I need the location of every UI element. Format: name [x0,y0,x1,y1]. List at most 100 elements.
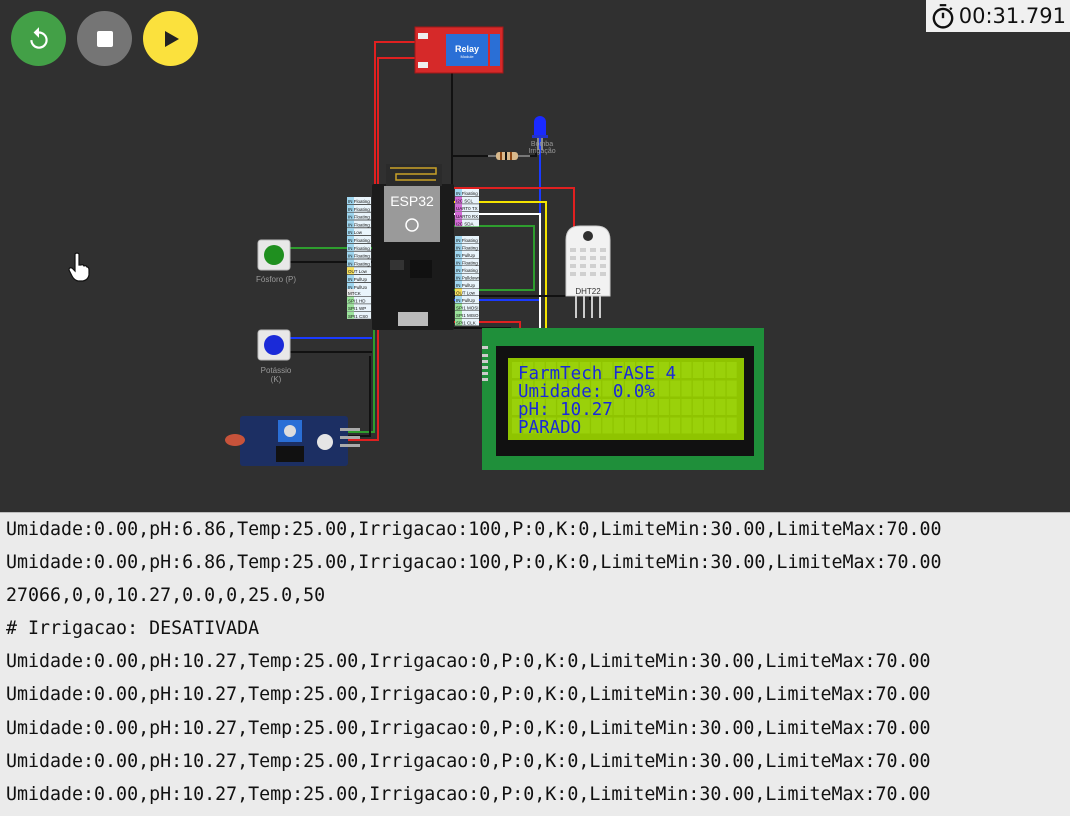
esp32-pin-label: IN Floating [347,220,371,228]
esp32-pin-label: MTCK [347,289,371,296]
wire-black-ldr [348,356,371,437]
esp32-pin-label: SPI1 MISO [455,311,479,318]
serial-output: Umidade:0.00,pH:6.86,Temp:25.00,Irrigaca… [0,513,1070,811]
svg-text:I2C SCL: I2C SCL [456,199,474,204]
svg-text:IN PullUp: IN PullUp [348,277,368,282]
svg-text:I2C SDA: I2C SDA [456,221,474,226]
svg-text:IN Low: IN Low [348,230,363,235]
esp32-pin-label: IN Floating [347,204,371,212]
esp32-pin-label: IN Floating [347,251,371,259]
svg-text:SPI1 MOSI: SPI1 MOSI [456,306,479,311]
hand-cursor-icon [68,252,90,282]
esp32-pin-label: IN Floating [347,236,371,243]
esp32-pin-label: IN Floating [455,236,479,243]
play-button[interactable] [143,11,198,66]
dht22-sensor[interactable]: DHT22 [565,225,611,318]
svg-text:SPI1 WP: SPI1 WP [348,306,366,311]
svg-text:IN Floating: IN Floating [348,199,370,204]
serial-line: Umidade:0.00,pH:6.86,Temp:25.00,Irrigaca… [6,519,942,540]
serial-line: Umidade:0.00,pH:10.27,Temp:25.00,Irrigac… [6,684,931,706]
esp32-pin-label: IN PullUp [455,296,479,303]
svg-text:SPI1 HD: SPI1 HD [348,299,366,304]
svg-text:IN Pulldown: IN Pulldown [456,276,481,281]
serial-line: 27066,0,0,10.27,0.0,0,25.0,50 [6,585,326,607]
ldr-sensor-module[interactable] [225,416,360,466]
esp32-pin-label: IN Floating [455,258,479,266]
restart-icon [29,26,48,49]
esp32-pin-label: UART0 TX [455,204,479,212]
esp32-pin-label: IN Floating [347,197,371,204]
esp32-pin-label: I2C SCL [455,196,479,204]
stopwatch-icon [932,4,954,29]
lcd-line-4: PARADO [518,418,581,438]
esp32-pin-label: IN Floating [455,243,479,251]
esp32-pin-label: IN Floating [347,259,371,267]
simulation-canvas[interactable]: Relay Module Bomba Irrigação ESP32 IN Fl… [0,0,1070,513]
svg-text:IN Floating: IN Floating [456,238,478,243]
esp32-pin-label: UART0 RX [455,211,479,219]
svg-text:IN PullUp: IN PullUp [456,253,476,258]
svg-text:IN Floating: IN Floating [348,261,370,266]
svg-text:IN Floating: IN Floating [348,215,370,220]
button-k-label-2: (K) [271,375,282,384]
esp32-right-pin-labels: IN Floating I2C SCL UART0 TX UART0 RX I2C SD… [455,189,481,326]
svg-text:IN Floating: IN Floating [348,254,370,259]
relay-module[interactable]: Relay Module [414,26,504,74]
svg-text:IN PullUp: IN PullUp [456,298,476,303]
svg-text:IN PullUp: IN PullUp [456,283,476,288]
lcd-display[interactable]: FarmTech FASE 4 Umidade: 0.0% pH: 10.27 … [482,328,764,470]
led-bomba-irrigacao[interactable]: Bomba Irrigação [528,116,556,155]
stop-button[interactable] [77,11,132,66]
esp32-pin-label: SPI1 MOSI [455,303,479,311]
esp32-board[interactable]: ESP32 [372,164,454,330]
stop-icon [96,30,113,47]
pushbutton-potassio[interactable]: Potássio (K) [257,329,292,384]
play-icon [164,30,179,47]
svg-text:IN Floating: IN Floating [456,191,478,196]
svg-text:MTCK: MTCK [348,291,361,296]
dht22-label: DHT22 [575,287,601,296]
esp32-pin-label: IN PullUp [455,281,479,288]
esp32-label: ESP32 [390,193,434,209]
esp32-pin-label: IN Pulldown [455,273,481,281]
svg-text:IN Floating: IN Floating [348,246,370,251]
svg-text:SPI1 CS0: SPI1 CS0 [348,314,368,319]
wire-black-relay-gnd [430,61,537,157]
esp32-pin-label: IN PullUp [455,251,479,258]
serial-line: Umidade:0.00,pH:10.27,Temp:25.00,Irrigac… [6,717,931,739]
svg-text:OUT Low: OUT Low [348,269,368,274]
lcd-line-3: pH: 10.27 [518,400,613,420]
resistor[interactable] [488,152,530,160]
esp32-left-pin-labels: IN Floating IN Floating IN Floating IN Floa… [347,197,371,319]
esp32-pin-label: SPI1 CLK [455,318,479,326]
esp32-pin-label: OUT Low [455,288,479,296]
relay-sublabel: Module [460,54,474,59]
serial-monitor[interactable]: Umidade:0.00,pH:6.86,Temp:25.00,Irrigaca… [0,513,1070,816]
pushbutton-fosforo[interactable]: Fósforo (P) [256,239,296,284]
led-label-2: Irrigação [528,148,555,155]
esp32-pin-label: SPI1 HD [347,296,371,304]
esp32-pin-label: I2C SDA [455,219,479,227]
serial-line: Umidade:0.00,pH:10.27,Temp:25.00,Irrigac… [6,750,931,772]
relay-label: Relay [455,44,479,54]
button-p-label: Fósforo (P) [256,275,296,284]
circuit-diagram: Relay Module Bomba Irrigação ESP32 IN Fl… [225,26,764,470]
svg-text:OUT Low: OUT Low [456,291,476,296]
esp32-pin-label: IN PullUp [347,275,371,282]
svg-text:IN Floating: IN Floating [456,261,478,266]
serial-line: Umidade:0.00,pH:6.86,Temp:25.00,Irrigaca… [6,552,942,574]
esp32-pin-label: IN Floating [347,212,371,220]
svg-text:IN Floating: IN Floating [348,207,370,212]
lcd-line-2: Umidade: 0.0% [518,382,655,402]
esp32-pin-label: IN Floating [347,243,371,251]
serial-line: # Irrigacao: DESATIVADA [6,618,260,640]
svg-text:IN Floating: IN Floating [348,238,370,243]
restart-button[interactable] [11,11,66,66]
esp32-pin-label: OUT Low [347,267,371,275]
serial-line: Umidade:0.00,pH:10.27,Temp:25.00,Irrigac… [6,783,931,805]
timer-value: 00:31.791 [958,4,1066,28]
button-k-label-1: Potássio [261,366,292,375]
simulation-timer: 00:31.791 [925,0,1070,32]
svg-text:IN Floating: IN Floating [456,268,478,273]
esp32-pin-label: IN PullUp [347,282,371,290]
